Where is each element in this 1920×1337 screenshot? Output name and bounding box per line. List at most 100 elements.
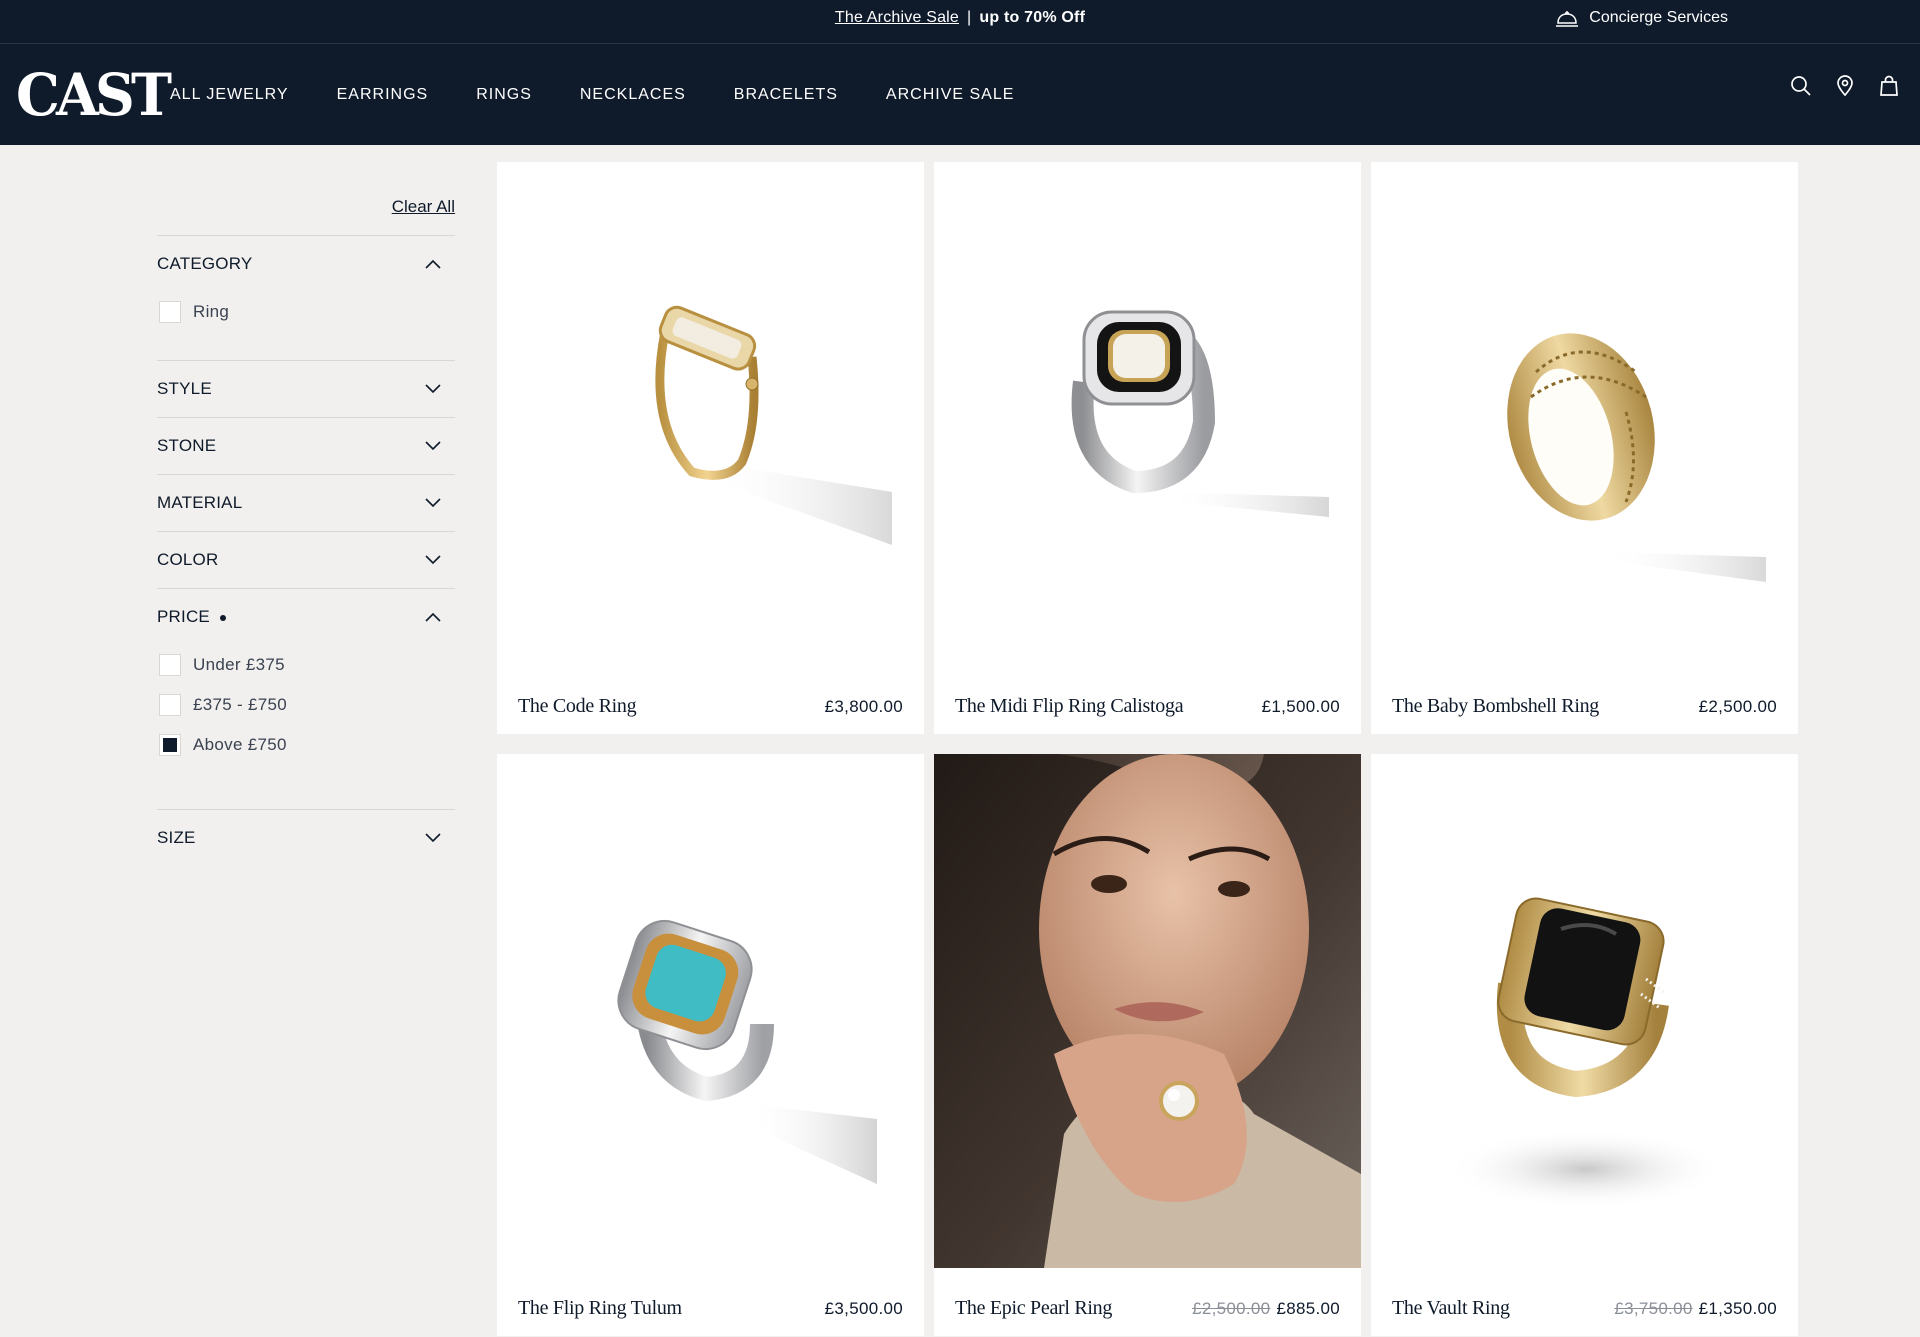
filter-label: STONE	[157, 436, 217, 455]
product-info: The Baby Bombshell Ring £2,500.00	[1392, 695, 1777, 718]
nav-icons	[1790, 74, 1900, 98]
announcement-bar: The Archive Sale | up to 70% Off Concier…	[0, 0, 1920, 44]
filter-option-label: £375 - £750	[193, 695, 288, 714]
filter-group-color: COLOR	[157, 531, 455, 588]
filter-label: SIZE	[157, 828, 196, 847]
flip-ring-tulum-image	[617, 920, 877, 1184]
nav-link-earrings[interactable]: EARRINGS	[337, 86, 429, 104]
filter-label: CATEGORY	[157, 254, 253, 273]
filter-toggle-color[interactable]: COLOR	[157, 532, 455, 588]
chevron-down-icon	[425, 498, 441, 508]
filter-label: MATERIAL	[157, 493, 243, 512]
product-name[interactable]: The Midi Flip Ring Calistoga	[955, 695, 1184, 718]
product-card-code-ring[interactable]: The Code Ring £3,800.00	[497, 162, 924, 734]
filter-group-category: CATEGORY Ring	[157, 235, 455, 360]
price-original: £2,500.00	[1192, 1299, 1271, 1318]
filter-label: PRICE	[157, 607, 210, 626]
product-card-baby-bombshell-ring[interactable]: The Baby Bombshell Ring £2,500.00	[1371, 162, 1798, 734]
archive-sale-link[interactable]: The Archive Sale	[835, 9, 959, 27]
product-info: The Midi Flip Ring Calistoga £1,500.00	[955, 695, 1340, 718]
filter-toggle-price[interactable]: PRICE	[157, 589, 455, 645]
checkbox-checked[interactable]	[159, 734, 181, 756]
filter-label: COLOR	[157, 550, 219, 569]
product-price: £3,750.00 £1,350.00	[1614, 1299, 1777, 1319]
location-pin-icon[interactable]	[1834, 74, 1856, 98]
product-card-epic-pearl-ring[interactable]: The Epic Pearl Ring £2,500.00 £885.00	[934, 754, 1361, 1336]
nav-link-rings[interactable]: RINGS	[476, 86, 532, 104]
product-info: The Code Ring £3,800.00	[518, 695, 903, 718]
filter-group-stone: STONE	[157, 417, 455, 474]
nav-links: ALL JEWELRY EARRINGS RINGS NECKLACES BRA…	[170, 44, 1014, 145]
shopping-bag-icon[interactable]	[1878, 74, 1900, 98]
chevron-down-icon	[425, 555, 441, 565]
filter-group-style: STYLE	[157, 360, 455, 417]
price-current: £3,800.00	[824, 697, 903, 716]
filter-option-ring[interactable]: Ring	[157, 292, 455, 332]
chevron-down-icon	[425, 384, 441, 394]
concierge-label: Concierge Services	[1589, 9, 1728, 26]
price-current: £3,500.00	[824, 1299, 903, 1318]
price-current: £885.00	[1276, 1299, 1340, 1318]
price-current: £1,350.00	[1698, 1299, 1777, 1318]
price-original: £3,750.00	[1614, 1299, 1693, 1318]
chevron-up-icon	[425, 612, 441, 622]
checkbox[interactable]	[159, 654, 181, 676]
nav-link-necklaces[interactable]: NECKLACES	[580, 86, 686, 104]
filter-options-category: Ring	[157, 292, 455, 360]
nav-link-all-jewelry[interactable]: ALL JEWELRY	[170, 86, 289, 104]
filter-option-375-750[interactable]: £375 - £750	[157, 685, 455, 725]
price-current: £1,500.00	[1261, 697, 1340, 716]
filter-toggle-category[interactable]: CATEGORY	[157, 236, 455, 292]
filter-option-label: Above £750	[193, 735, 287, 754]
filter-group-size: SIZE	[157, 809, 455, 866]
filter-toggle-size[interactable]: SIZE	[157, 810, 455, 866]
code-ring-image	[655, 305, 892, 545]
product-price: £2,500.00 £885.00	[1192, 1299, 1340, 1319]
product-price: £1,500.00	[1262, 697, 1340, 717]
filter-option-above-750[interactable]: Above £750	[157, 725, 455, 765]
concierge-bell-icon	[1556, 11, 1579, 27]
product-name[interactable]: The Baby Bombshell Ring	[1392, 695, 1599, 718]
filter-option-label: Ring	[193, 302, 230, 321]
filter-list: CATEGORY Ring STYLE STONE MATERIAL COLOR…	[157, 235, 455, 866]
product-card-flip-ring-tulum[interactable]: The Flip Ring Tulum £3,500.00	[497, 754, 924, 1336]
chevron-down-icon	[425, 441, 441, 451]
product-info: The Vault Ring £3,750.00 £1,350.00	[1392, 1297, 1777, 1320]
chevron-down-icon	[425, 833, 441, 843]
chevron-up-icon	[425, 259, 441, 269]
nav-link-bracelets[interactable]: BRACELETS	[734, 86, 838, 104]
product-name[interactable]: The Flip Ring Tulum	[518, 1297, 682, 1320]
filter-toggle-stone[interactable]: STONE	[157, 418, 455, 474]
product-name[interactable]: The Code Ring	[518, 695, 637, 718]
product-price: £2,500.00	[1699, 697, 1777, 717]
announcement-offer: up to 70% Off	[979, 9, 1086, 26]
product-price: £3,800.00	[825, 697, 903, 717]
product-name[interactable]: The Epic Pearl Ring	[955, 1297, 1112, 1320]
product-name[interactable]: The Vault Ring	[1392, 1297, 1510, 1320]
filter-option-label: Under £375	[193, 655, 285, 674]
nav-link-archive-sale[interactable]: ARCHIVE SALE	[886, 86, 1014, 104]
filter-label: STYLE	[157, 379, 212, 398]
product-card-midi-flip-ring[interactable]: The Midi Flip Ring Calistoga £1,500.00	[934, 162, 1361, 734]
product-info: The Epic Pearl Ring £2,500.00 £885.00	[955, 1297, 1340, 1320]
filter-toggle-style[interactable]: STYLE	[157, 361, 455, 417]
filter-option-under-375[interactable]: Under £375	[157, 645, 455, 685]
filter-group-material: MATERIAL	[157, 474, 455, 531]
concierge-services-link[interactable]: Concierge Services	[1555, 0, 1728, 36]
midi-flip-ring-image	[1071, 310, 1329, 517]
cast-logo[interactable]: CAST	[16, 66, 172, 124]
checkbox[interactable]	[159, 301, 181, 323]
announcement-separator: |	[967, 9, 972, 26]
filter-toggle-material[interactable]: MATERIAL	[157, 475, 455, 531]
price-current: £2,500.00	[1698, 697, 1777, 716]
product-price: £3,500.00	[825, 1299, 903, 1319]
checkbox[interactable]	[159, 694, 181, 716]
filter-label-wrap: PRICE	[157, 607, 226, 627]
main-navigation: CAST ALL JEWELRY EARRINGS RINGS NECKLACE…	[0, 44, 1920, 145]
epic-pearl-ring-model-image	[934, 754, 1361, 1268]
product-card-vault-ring[interactable]: The Vault Ring £3,750.00 £1,350.00	[1371, 754, 1798, 1336]
baby-bombshell-ring-image	[1507, 333, 1766, 582]
product-info: The Flip Ring Tulum £3,500.00	[518, 1297, 903, 1320]
clear-all-link[interactable]: Clear All	[392, 197, 455, 217]
search-icon[interactable]	[1790, 74, 1812, 98]
